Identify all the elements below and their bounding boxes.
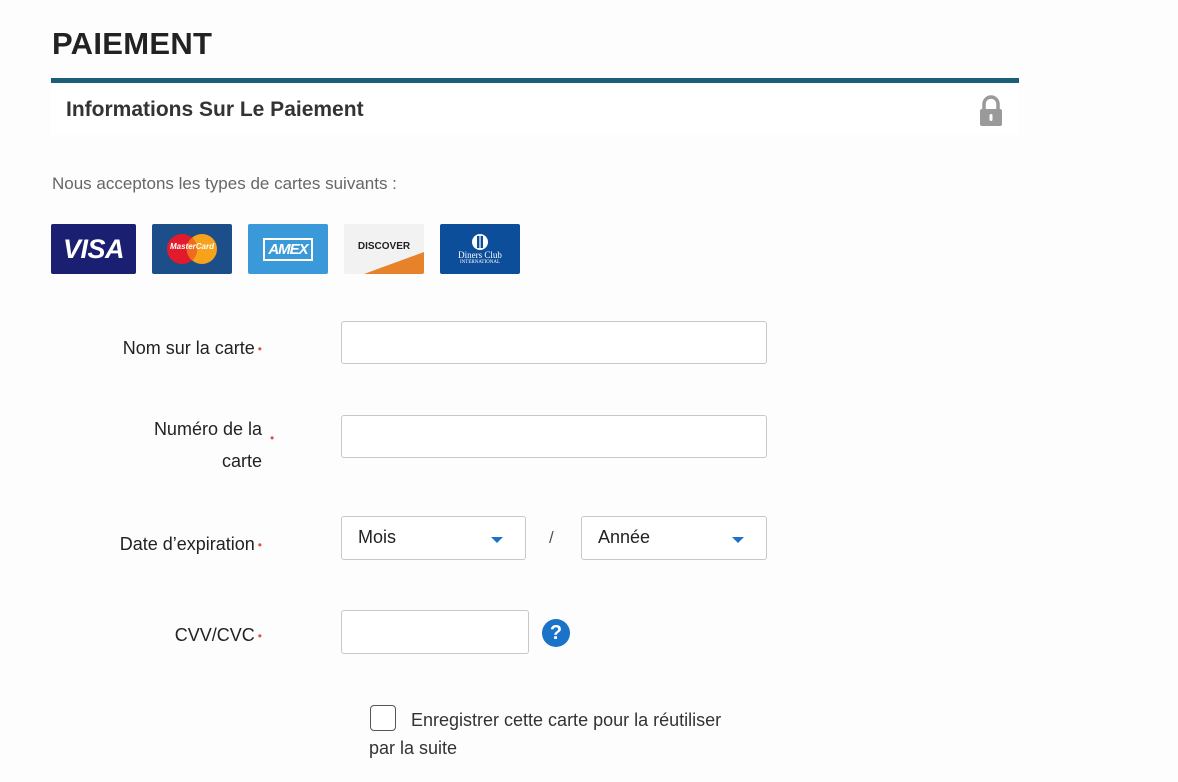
section-title: Informations Sur Le Paiement [66, 98, 364, 121]
lock-icon [980, 95, 1002, 126]
name-on-card-input[interactable] [341, 321, 767, 364]
expiration-month-value: Mois [358, 527, 397, 547]
expiration-label: Date d’expiration • [62, 528, 262, 562]
accepted-cards-intro: Nous acceptons les types de cartes suiva… [52, 174, 397, 193]
name-on-card-label: Nom sur la carte • [62, 332, 262, 366]
discover-logo-text: DISCOVER [357, 240, 411, 252]
required-marker: • [257, 538, 262, 552]
required-marker: • [257, 342, 262, 356]
expiration-separator: / [549, 528, 554, 547]
section-header: Informations Sur Le Paiement [51, 83, 1019, 135]
cvv-input[interactable] [341, 610, 529, 654]
diners-club-logo-subtext: INTERNATIONAL [460, 259, 500, 265]
chevron-down-icon [491, 537, 503, 543]
visa-logo-text: VISA [62, 233, 125, 264]
diners-club-logo: Diners Club INTERNATIONAL [440, 224, 520, 274]
mastercard-logo: MasterCard [152, 224, 232, 274]
diners-club-emblem [472, 233, 488, 250]
save-card-label[interactable]: Enregistrer cette carte pour la réutilis… [369, 706, 749, 762]
mastercard-logo-text: MasterCard [169, 242, 214, 251]
expiration-year-value: Année [598, 527, 651, 547]
card-number-label-text: Numéro de la carte [153, 419, 262, 471]
page-title: PAIEMENT [52, 26, 213, 61]
discover-logo: DISCOVER [344, 224, 424, 274]
expiration-year-select[interactable]: Année [581, 516, 767, 560]
card-logos: VISA MasterCard AMEX DISCOVER Diners Clu… [51, 224, 520, 274]
name-on-card-label-text: Nom sur la carte [122, 338, 255, 358]
cvv-label: CVV/CVC • [62, 619, 262, 653]
amex-logo-text: AMEX [263, 237, 313, 261]
amex-logo: AMEX [248, 224, 328, 274]
visa-logo: VISA [51, 224, 136, 274]
chevron-down-icon [732, 537, 744, 543]
required-marker: • [270, 431, 275, 445]
required-marker: • [257, 629, 262, 643]
card-number-input[interactable] [341, 415, 767, 458]
payment-page: PAIEMENT Informations Sur Le Paiement No… [0, 0, 1178, 782]
question-circle-icon[interactable]: ? [542, 619, 570, 647]
cvv-label-text: CVV/CVC [174, 625, 255, 645]
expiration-month-select[interactable]: Mois [341, 516, 526, 560]
diners-club-logo-text: Diners Club [458, 249, 502, 260]
expiration-label-text: Date d’expiration [119, 534, 255, 554]
card-number-label: Numéro de la carte [122, 413, 262, 477]
